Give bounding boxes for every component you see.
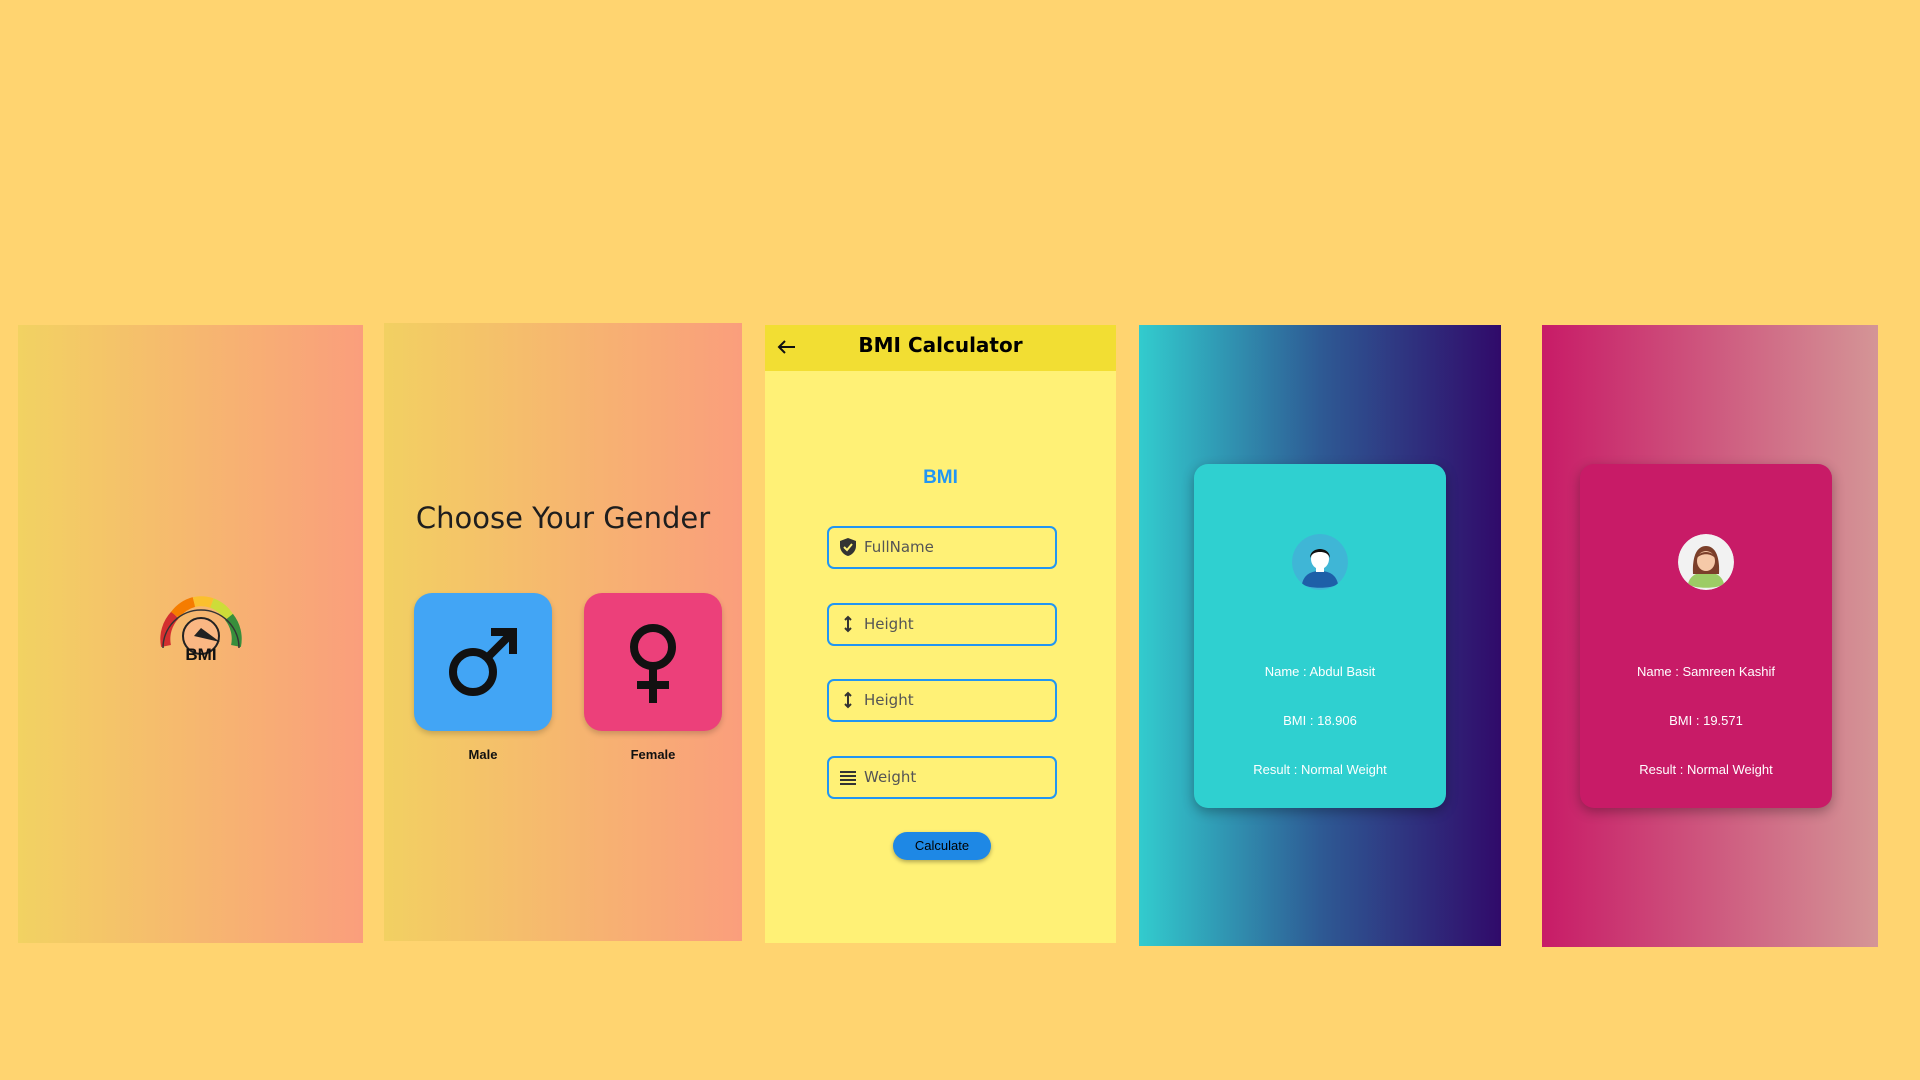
- result-status: Result : Normal Weight: [1639, 762, 1773, 777]
- male-symbol-icon: [449, 628, 517, 696]
- result-status: Result : Normal Weight: [1253, 762, 1387, 777]
- height-field[interactable]: Height: [827, 603, 1057, 646]
- weight-field[interactable]: Weight: [827, 756, 1057, 799]
- result-name: Name : Samreen Kashif: [1636, 664, 1775, 679]
- male-result-screen: Name : Abdul Basit BMI : 18.906 Result :…: [1139, 325, 1501, 946]
- shield-check-icon: [840, 538, 856, 556]
- female-symbol-icon: [630, 624, 676, 703]
- bmi-form-screen: BMI Calculator BMI FullName Height Heigh…: [765, 325, 1116, 943]
- result-card: Name : Samreen Kashif BMI : 19.571 Resul…: [1580, 464, 1832, 808]
- height-field-2[interactable]: Height: [827, 679, 1057, 722]
- result-name: Name : Abdul Basit: [1264, 664, 1376, 679]
- gender-title: Choose Your Gender: [415, 501, 711, 535]
- result-bmi: BMI : 19.571: [1669, 713, 1743, 728]
- gender-screen: Choose Your Gender Male Female: [384, 323, 742, 941]
- female-label: Female: [630, 747, 676, 762]
- female-result-screen: Name : Samreen Kashif BMI : 19.571 Resul…: [1542, 325, 1878, 947]
- height-placeholder-2: Height: [864, 691, 914, 709]
- female-avatar: [1678, 534, 1734, 590]
- result-card: Name : Abdul Basit BMI : 18.906 Result :…: [1194, 464, 1446, 808]
- logo-text: BMI: [185, 645, 216, 662]
- app-title: BMI Calculator: [858, 333, 1023, 357]
- fullname-field[interactable]: FullName: [827, 526, 1057, 569]
- height-arrow-icon: [844, 615, 852, 633]
- calculate-button[interactable]: Calculate: [893, 832, 991, 860]
- male-avatar: [1292, 534, 1348, 590]
- male-label: Male: [468, 747, 498, 762]
- height-arrow-icon: [844, 691, 852, 709]
- fullname-placeholder: FullName: [864, 538, 934, 556]
- app-bar: BMI Calculator: [765, 325, 1116, 371]
- bmi-heading: BMI: [923, 467, 958, 488]
- height-placeholder: Height: [864, 615, 914, 633]
- splash-screen: BMI: [18, 325, 363, 943]
- weight-placeholder: Weight: [864, 768, 917, 786]
- female-button[interactable]: [584, 593, 722, 731]
- result-bmi: BMI : 18.906: [1283, 713, 1357, 728]
- bmi-gauge-logo: BMI: [160, 596, 242, 662]
- male-button[interactable]: [414, 593, 552, 731]
- weight-lines-icon: [840, 771, 856, 785]
